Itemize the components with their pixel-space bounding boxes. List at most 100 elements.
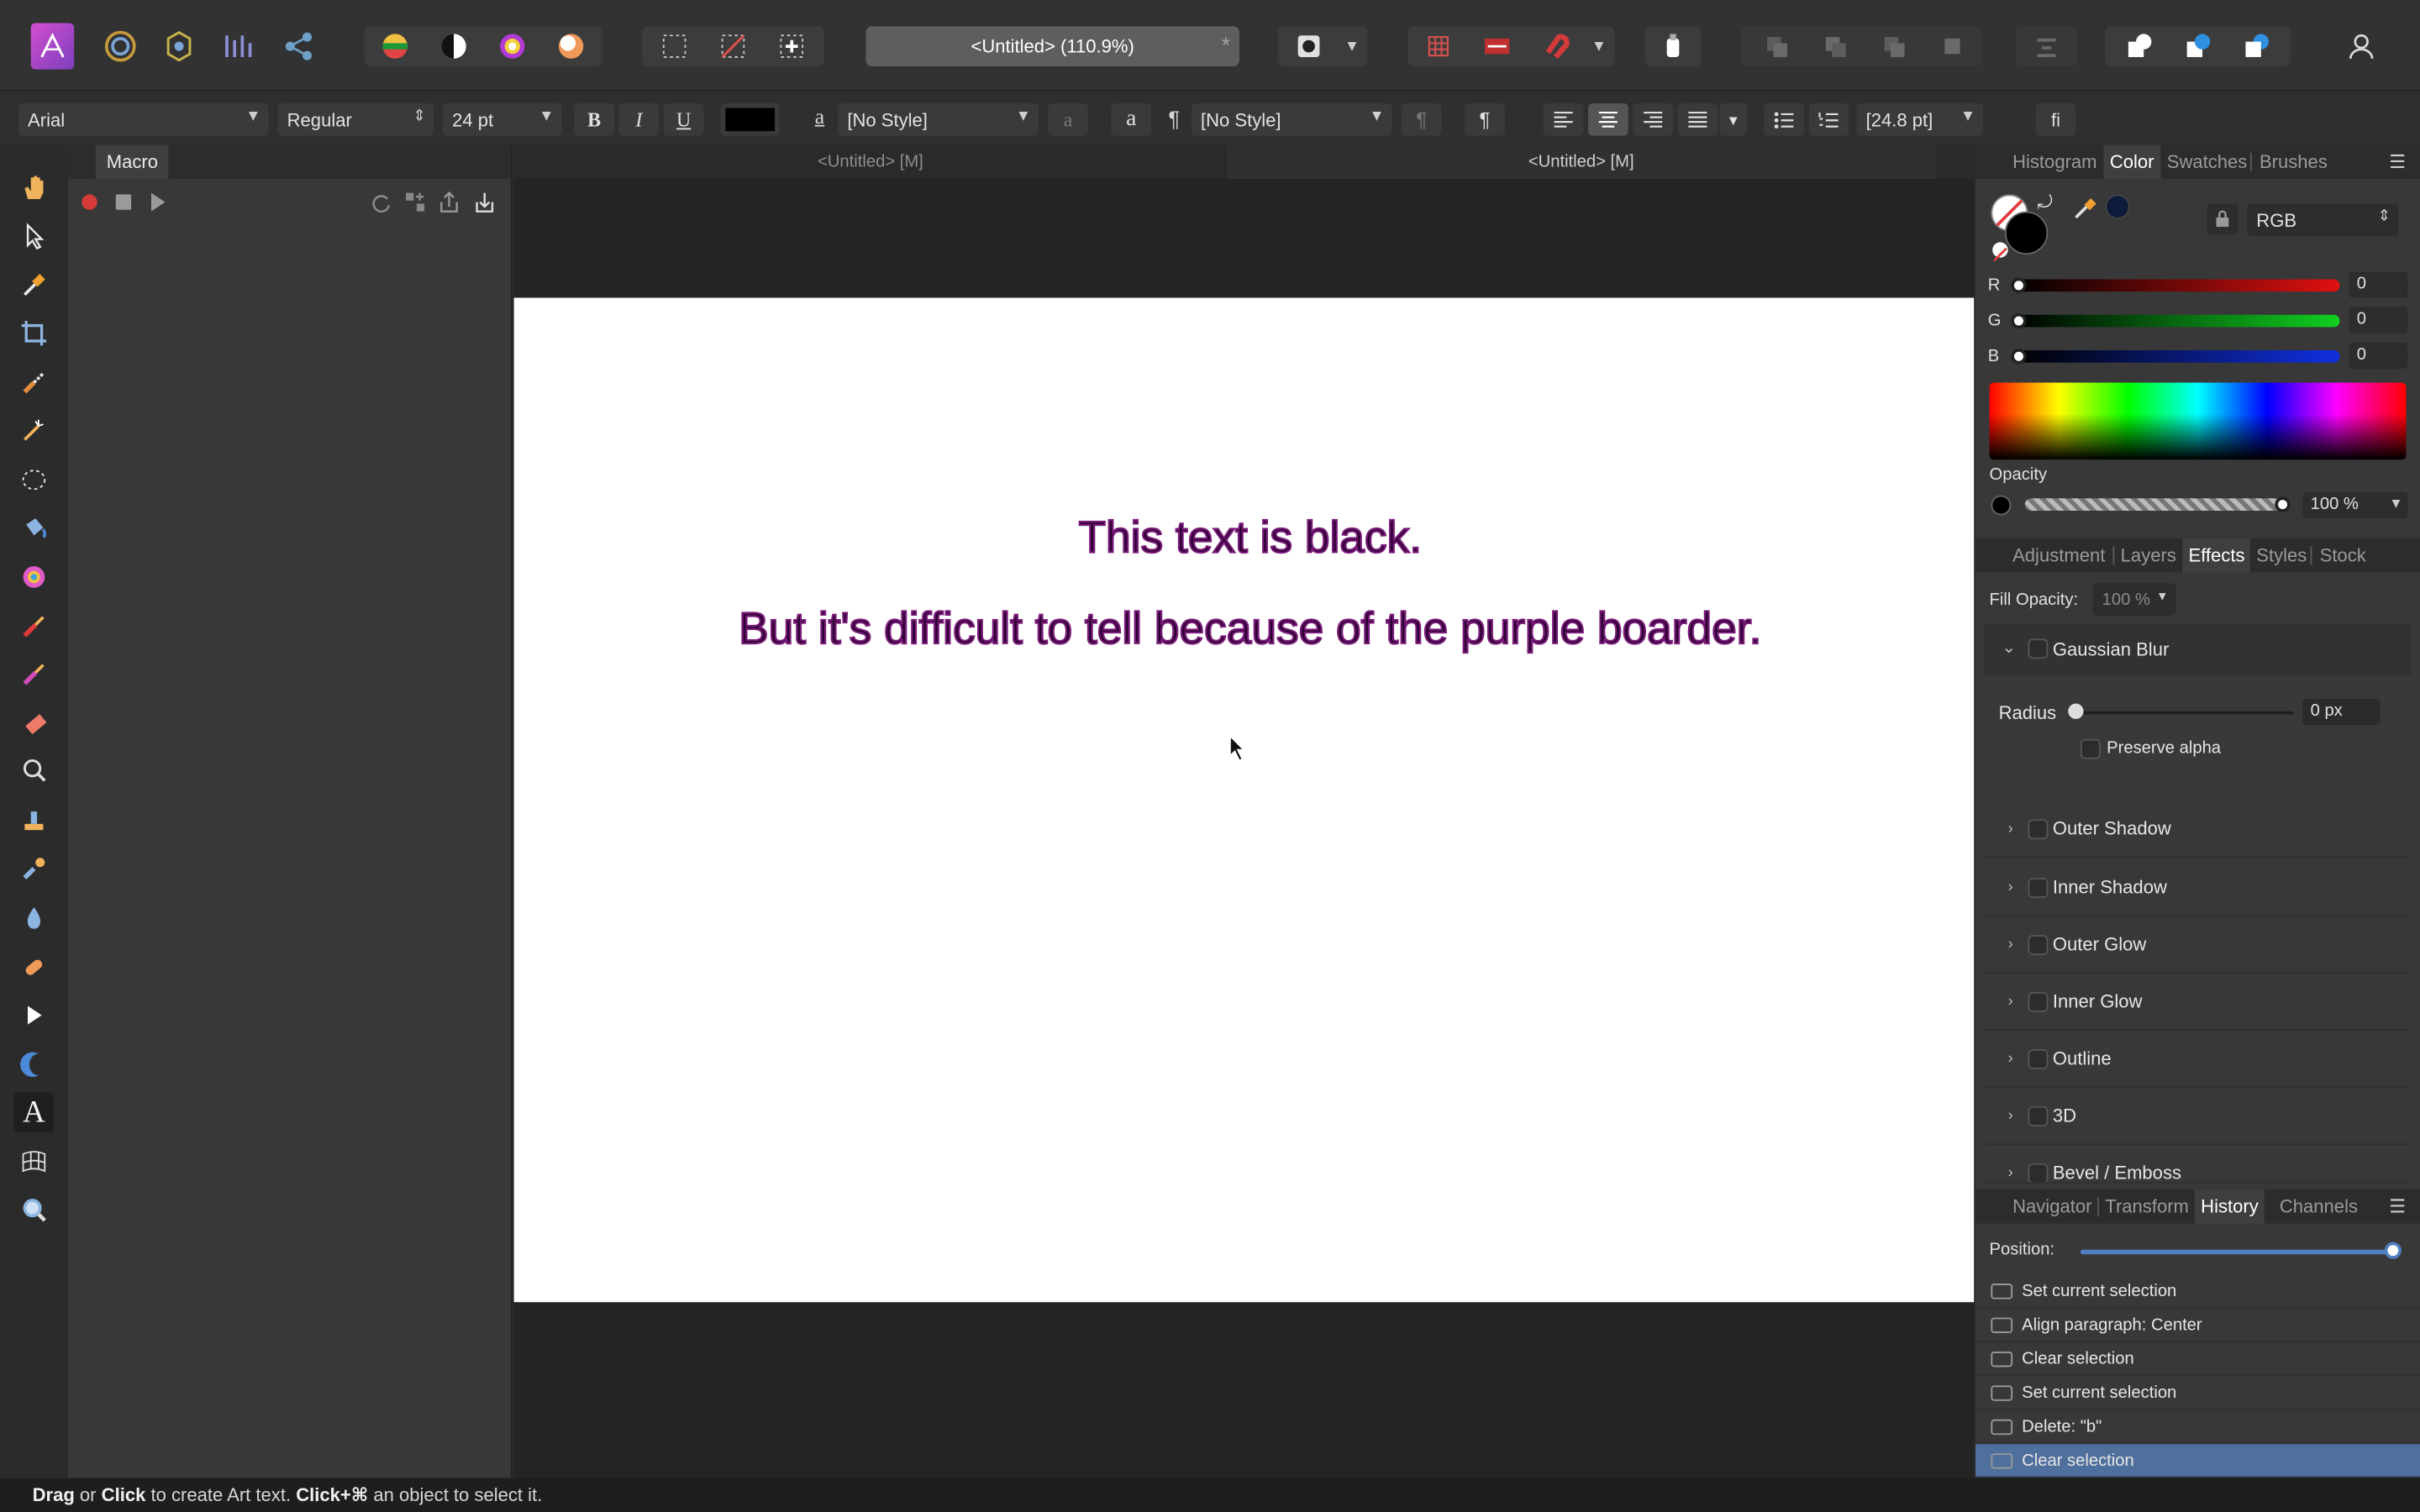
ligature-button[interactable]: fi bbox=[2035, 103, 2076, 136]
tab-histogram[interactable]: Histogram bbox=[2012, 145, 2096, 179]
clear-macro-icon[interactable] bbox=[371, 192, 392, 221]
auto-levels-icon[interactable] bbox=[373, 24, 416, 67]
history-position-knob[interactable] bbox=[2384, 1242, 2402, 1259]
font-family-select[interactable]: Arial ▼ bbox=[18, 103, 269, 136]
history-item[interactable]: Align paragraph: Center bbox=[1975, 1309, 2420, 1342]
clear-para-style-button[interactable]: ¶ bbox=[1401, 103, 1442, 136]
effect-outline[interactable]: › Outline bbox=[1985, 1032, 2411, 1088]
select-all-icon[interactable] bbox=[653, 24, 696, 67]
bevel-emboss-checkbox[interactable] bbox=[2028, 1163, 2049, 1182]
play-button[interactable] bbox=[151, 192, 166, 212]
add-to-library-icon[interactable] bbox=[404, 192, 426, 221]
healing-tool-icon[interactable] bbox=[14, 948, 55, 988]
fill-stroke-swatch[interactable] bbox=[1991, 194, 2049, 262]
justify-button[interactable] bbox=[1677, 103, 1718, 136]
picked-color-swatch[interactable] bbox=[2105, 194, 2130, 219]
radius-value[interactable]: 0 px bbox=[2302, 699, 2381, 726]
dodge-tool-icon[interactable] bbox=[14, 751, 55, 791]
green-value[interactable]: 0 bbox=[2349, 307, 2408, 333]
art-text-line-2[interactable]: But it's difficult to tell because of th… bbox=[734, 604, 1765, 656]
move-tool-icon[interactable] bbox=[14, 216, 55, 256]
justify-dropdown-button[interactable]: ▼ bbox=[1719, 103, 1748, 136]
invert-selection-icon[interactable] bbox=[771, 24, 813, 67]
record-button[interactable] bbox=[82, 194, 97, 210]
green-slider-knob[interactable] bbox=[2011, 312, 2027, 329]
panel-menu-icon[interactable]: ☰ bbox=[2389, 151, 2406, 173]
liquify-persona-icon[interactable] bbox=[157, 24, 200, 67]
mesh-warp-tool-icon[interactable] bbox=[14, 1142, 55, 1182]
tab-brushes[interactable]: Brushes bbox=[2260, 145, 2328, 179]
move-backward-icon[interactable] bbox=[1813, 24, 1856, 67]
tab-document-2[interactable]: <Untitled> [M] bbox=[1227, 144, 1936, 180]
pen-tool-icon[interactable] bbox=[14, 1044, 55, 1084]
alignment-icon[interactable] bbox=[2025, 24, 2068, 67]
intersect-shape-icon[interactable] bbox=[2235, 24, 2278, 67]
history-item[interactable]: Set current selection bbox=[1975, 1274, 2420, 1309]
clear-char-style-button[interactable]: a bbox=[1048, 103, 1088, 136]
canvas-page[interactable]: This text is black. But it's difficult t… bbox=[513, 297, 1975, 1303]
bullets-button[interactable] bbox=[1764, 103, 1805, 136]
blue-slider-knob[interactable] bbox=[2011, 349, 2027, 365]
opacity-slider[interactable] bbox=[2024, 498, 2285, 511]
align-left-button[interactable] bbox=[1543, 103, 1584, 136]
import-macro-icon[interactable] bbox=[474, 192, 496, 221]
move-back-icon[interactable] bbox=[1754, 24, 1797, 67]
gradient-tool-icon[interactable] bbox=[14, 557, 55, 597]
move-front-icon[interactable] bbox=[1931, 24, 1974, 67]
eyedropper-icon[interactable] bbox=[2073, 196, 2097, 228]
swap-colors-icon[interactable]: ⤾ bbox=[2037, 192, 2052, 215]
effect-3d[interactable]: › 3D bbox=[1985, 1089, 2411, 1145]
chevron-down-icon[interactable]: ⌄ bbox=[2002, 638, 2016, 657]
red-slider-knob[interactable] bbox=[2011, 277, 2027, 293]
character-style-select[interactable]: [No Style] ▼ bbox=[838, 103, 1039, 136]
tab-transform[interactable]: Transform bbox=[2105, 1189, 2189, 1223]
font-weight-select[interactable]: Regular ⇕ bbox=[277, 103, 434, 136]
tab-stock[interactable]: Stock bbox=[2320, 538, 2366, 572]
inner-shadow-checkbox[interactable] bbox=[2028, 878, 2049, 898]
align-right-button[interactable] bbox=[1633, 103, 1674, 136]
deselect-icon[interactable] bbox=[712, 24, 755, 67]
snapping-dropdown-icon[interactable]: ▼ bbox=[1583, 24, 1614, 67]
para-style-panel-button[interactable]: ¶ bbox=[1465, 103, 1505, 136]
node-tool-icon[interactable] bbox=[14, 995, 55, 1036]
tab-channels[interactable]: Channels bbox=[2280, 1189, 2358, 1223]
move-forward-icon[interactable] bbox=[1872, 24, 1915, 67]
history-item-selected[interactable]: Clear selection bbox=[1975, 1444, 2420, 1478]
outline-checkbox[interactable] bbox=[2028, 1048, 2049, 1069]
tab-layers[interactable]: Layers bbox=[2121, 538, 2176, 572]
tab-styles[interactable]: Styles bbox=[2256, 538, 2307, 572]
underline-button[interactable]: U bbox=[663, 103, 704, 136]
font-size-select[interactable]: 24 pt ▼ bbox=[443, 103, 562, 136]
export-macro-icon[interactable] bbox=[439, 191, 460, 221]
paint-brush-tool-icon[interactable] bbox=[14, 606, 55, 647]
color-mode-select[interactable]: RGB ⇕ bbox=[2247, 203, 2399, 237]
marquee-tool-icon[interactable] bbox=[14, 459, 55, 500]
blue-slider[interactable] bbox=[2015, 349, 2340, 363]
opacity-dropdown-icon[interactable]: ▼ bbox=[2389, 496, 2402, 511]
tab-document-1[interactable]: <Untitled> [M] bbox=[514, 145, 1228, 179]
text-color-swatch[interactable] bbox=[720, 103, 780, 136]
subtract-shape-icon[interactable] bbox=[2176, 24, 2219, 67]
tab-adjustment[interactable]: Adjustment bbox=[2012, 538, 2105, 572]
auto-contrast-icon[interactable] bbox=[432, 24, 475, 67]
tab-color[interactable]: Color bbox=[2103, 144, 2160, 180]
zoom-tool-icon[interactable] bbox=[14, 1189, 55, 1230]
numbering-button[interactable] bbox=[1808, 103, 1849, 136]
radius-slider-knob[interactable] bbox=[2068, 703, 2084, 719]
italic-button[interactable]: I bbox=[618, 103, 660, 136]
stop-button[interactable] bbox=[115, 194, 132, 210]
pixel-tool-icon[interactable] bbox=[14, 654, 55, 695]
3d-checkbox[interactable] bbox=[2028, 1105, 2049, 1126]
outer-glow-checkbox[interactable] bbox=[2028, 935, 2049, 955]
align-center-button[interactable] bbox=[1588, 103, 1628, 136]
blur-tool-icon[interactable] bbox=[14, 898, 55, 938]
flood-select-tool-icon[interactable] bbox=[14, 411, 55, 451]
selection-brush-tool-icon[interactable] bbox=[14, 363, 55, 403]
tab-navigator[interactable]: Navigator bbox=[2012, 1189, 2091, 1223]
paragraph-style-select[interactable]: [No Style] ▼ bbox=[1191, 103, 1392, 136]
history-item[interactable]: Set current selection bbox=[1975, 1376, 2420, 1410]
export-persona-icon[interactable] bbox=[278, 24, 321, 67]
bold-button[interactable]: B bbox=[574, 103, 615, 136]
crop-tool-icon[interactable] bbox=[14, 313, 55, 354]
blue-value[interactable]: 0 bbox=[2349, 342, 2408, 369]
